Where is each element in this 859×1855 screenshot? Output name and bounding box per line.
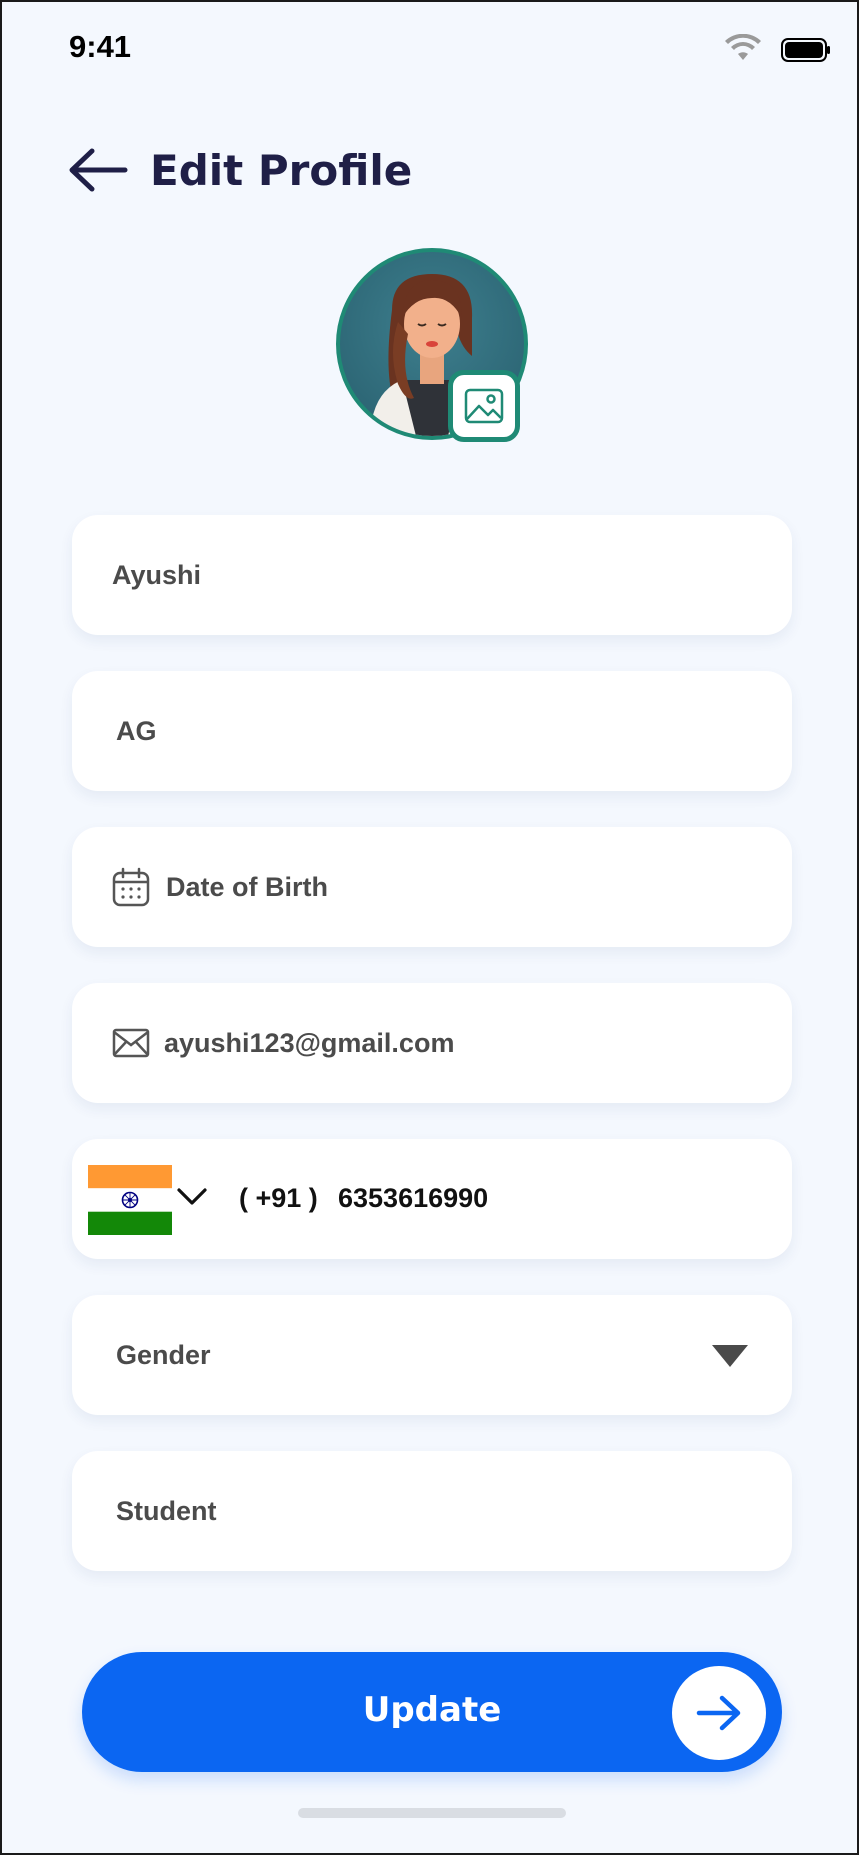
change-photo-button[interactable] [448,370,520,442]
calendar-icon [112,867,150,907]
phone-number-value: 6353616990 [338,1183,489,1213]
update-button[interactable]: Update [82,1652,782,1772]
update-arrow-circle [672,1666,766,1760]
arrow-left-icon [69,148,128,192]
gender-placeholder: Gender [116,1339,211,1370]
profile-avatar-section [336,248,528,444]
phone-field[interactable]: ( +91 ) 6353616990 [72,1139,792,1259]
arrow-right-icon [696,1695,741,1731]
occupation-value: Student [116,1495,217,1526]
first-name-field[interactable]: Ayushi [72,515,792,635]
edit-profile-screen: 9:41 Edit Profile Ayushi AG Date of Birt… [0,0,859,1855]
first-name-value: Ayushi [112,559,202,590]
email-value: ayushi123@gmail.com [164,1027,455,1058]
envelope-icon [112,1028,150,1058]
back-button[interactable] [68,148,128,192]
occupation-field[interactable]: Student [72,1451,792,1571]
image-icon [464,388,504,424]
last-name-field[interactable]: AG [72,671,792,791]
date-of-birth-field[interactable]: Date of Birth [72,827,792,947]
date-of-birth-placeholder: Date of Birth [166,871,328,902]
battery-icon [781,38,830,62]
header: Edit Profile [2,132,857,212]
home-indicator [298,1808,566,1818]
email-field[interactable]: ayushi123@gmail.com [72,983,792,1103]
india-flag-icon [88,1165,172,1235]
country-dropdown-chevron-icon[interactable] [175,1183,209,1209]
phone-country-code: ( +91 ) [239,1183,318,1213]
status-time: 9:41 [69,29,132,64]
last-name-value: AG [116,715,157,746]
status-bar: 9:41 [2,2,857,92]
page-title: Edit Profile [150,146,413,195]
caret-down-icon [712,1345,748,1367]
gender-select[interactable]: Gender [72,1295,792,1415]
wifi-icon [725,34,761,60]
